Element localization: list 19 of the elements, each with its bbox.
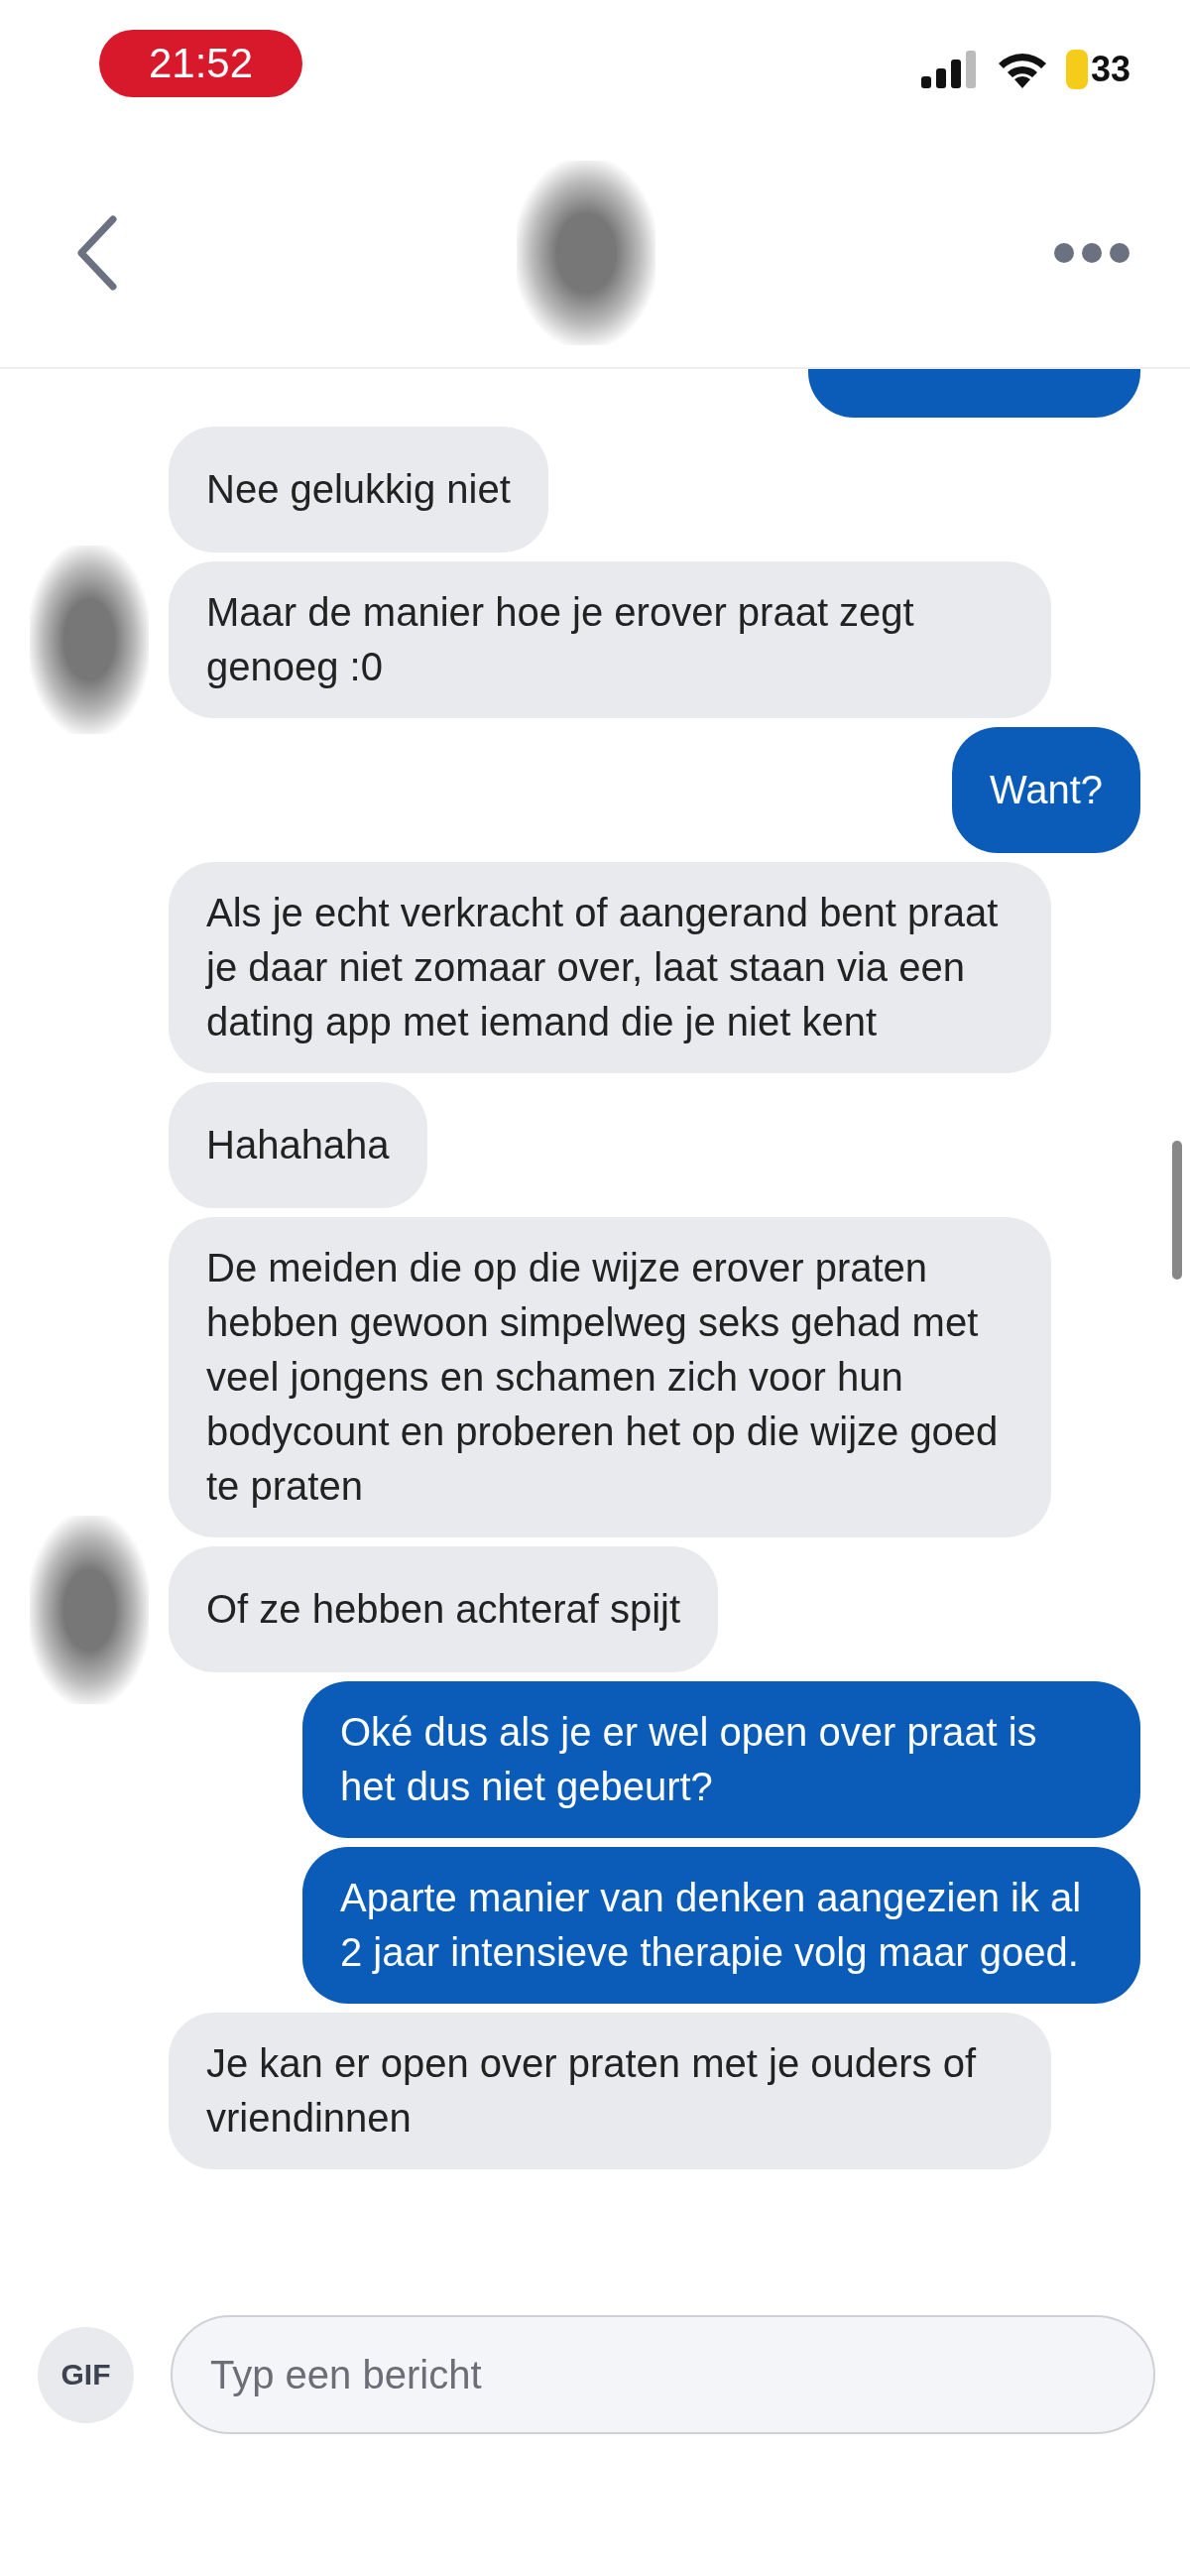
message-input[interactable]: Typ een bericht — [171, 2315, 1155, 2434]
scrollbar[interactable] — [1172, 1141, 1182, 1280]
message-bubble: Oké dus als je er wel open over praat is het dus niet gebeurt? — [302, 1681, 1140, 1838]
message-bubble: Of ze hebben achteraf spijt — [169, 1546, 719, 1672]
message-bubble: Je kan er open over praten met je ouders of vriendinnen — [169, 2013, 1051, 2169]
message-bubble: Want? — [951, 727, 1140, 853]
signal-icon — [920, 51, 979, 88]
battery-level: 33 — [1090, 49, 1130, 90]
back-icon[interactable] — [75, 215, 119, 291]
message-bubble: De meiden die op die wijze erover praten hebben gewoon simpelweg seks gehad met veel jongens en schamen zich voor hun bodycount en proberen het op die wijze goed te praten — [169, 1217, 1051, 1537]
message-bubble: Als je echt verkracht of aangerand bent praat je daar niet zomaar over, laat staan via een dating app met iemand die je niet kent — [169, 862, 1051, 1073]
message-bubble: Aparte manier van denken aangezien ik al 2 jaar intensieve therapie volg maar goed. — [302, 1847, 1140, 2004]
message-bubble: Hahahaha — [169, 1082, 427, 1208]
message-bubble: Nee gelukkig niet — [169, 427, 548, 552]
status-time: 21:52 — [99, 30, 302, 97]
battery-icon — [1065, 50, 1088, 89]
message-bubble: Maar de manier hoe je erover praat zegt genoeg :0 — [169, 561, 1051, 718]
gif-button[interactable]: GIF — [38, 2326, 134, 2423]
more-icon[interactable] — [1053, 242, 1130, 264]
